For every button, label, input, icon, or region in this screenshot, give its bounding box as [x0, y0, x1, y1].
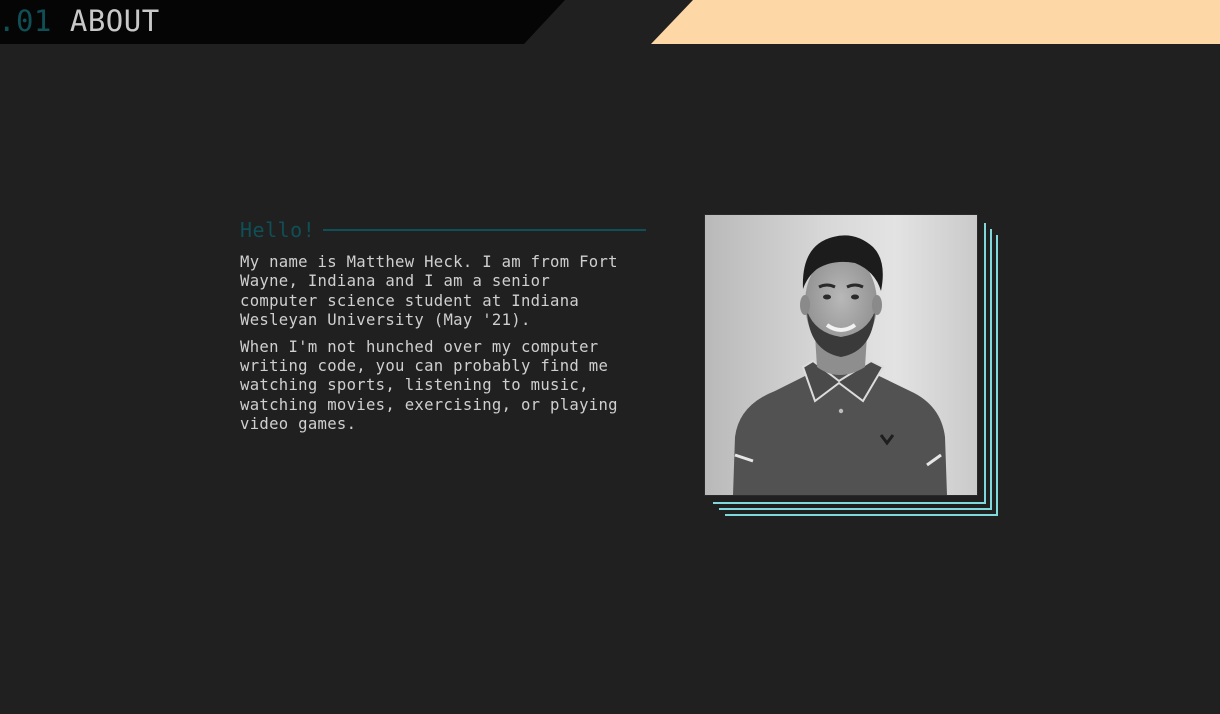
section-number: .01: [0, 4, 52, 38]
paragraph-line: watching sports, listening to music,: [240, 376, 589, 395]
about-paragraph-intro: My name is Matthew Heck. I am from Fort …: [240, 253, 646, 331]
paragraph-line: writing code, you can probably find me: [240, 357, 609, 376]
header-accent-bar: [651, 0, 1220, 44]
paragraph-line: My name is Matthew Heck. I am from Fort: [240, 253, 618, 271]
section-heading: .01 ABOUT: [0, 3, 160, 39]
profile-photo-container: [705, 215, 998, 516]
about-paragraph-hobbies: When I'm not hunched over my computer wr…: [240, 338, 646, 435]
about-text-block: Hello! My name is Matthew Heck. I am fro…: [240, 216, 646, 435]
paragraph-line: When I'm not hunched over my computer: [240, 337, 599, 356]
about-page: .01 ABOUT Hello! My name is Matthew Heck…: [0, 0, 1220, 714]
portrait-illustration: [705, 215, 977, 495]
paragraph-line: watching movies, exercising, or playing: [240, 395, 618, 414]
paragraph-line: Wesleyan University (May '21).: [240, 311, 531, 330]
paragraph-line: computer science student at Indiana: [240, 291, 580, 310]
greeting-divider: [323, 229, 646, 231]
paragraph-line: Wayne, Indiana and I am a senior: [240, 272, 551, 291]
profile-photo: [705, 215, 977, 495]
paragraph-line: video games.: [240, 415, 357, 434]
greeting-heading: Hello!: [240, 218, 316, 242]
greeting-row: Hello!: [240, 216, 646, 244]
section-title: ABOUT: [69, 4, 160, 38]
